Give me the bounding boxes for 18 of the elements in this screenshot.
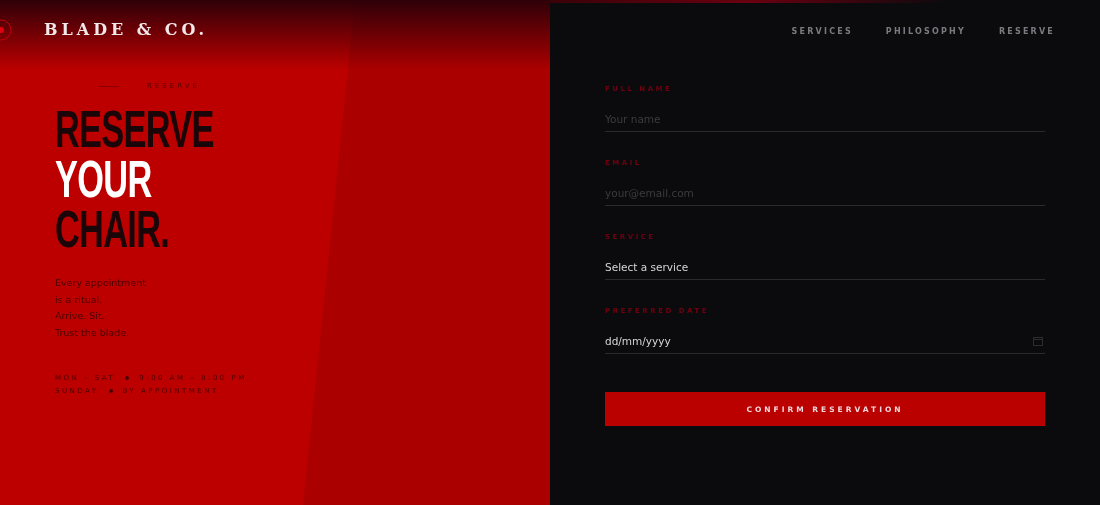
nav-link[interactable]: PHILOSOPHY	[885, 27, 966, 36]
headline-line: CHAIR.	[55, 204, 170, 254]
nav-link[interactable]: SERVICES	[791, 27, 853, 36]
date-field[interactable]: dd/mm/yyyy	[605, 329, 1045, 354]
nav-link[interactable]: RESERVE	[998, 27, 1055, 36]
headline-line: YOUR	[55, 154, 152, 204]
calendar-icon[interactable]	[1033, 336, 1043, 346]
brand-logo[interactable]: BLADE & CO.	[44, 20, 209, 39]
select-field[interactable]: Select a service	[605, 255, 1045, 280]
bullet-icon	[108, 389, 113, 393]
headline-line: RESERVE	[55, 104, 214, 154]
bullet-icon	[125, 376, 130, 380]
intro-text: Every appointment	[55, 276, 146, 290]
ring-icon	[0, 18, 14, 42]
intro-text: is a ritual.	[55, 292, 103, 307]
eyebrow-rule	[99, 85, 119, 87]
intro-text: Trust the blade.	[55, 325, 130, 340]
intro-text: Arrive. Sit.	[55, 309, 105, 323]
